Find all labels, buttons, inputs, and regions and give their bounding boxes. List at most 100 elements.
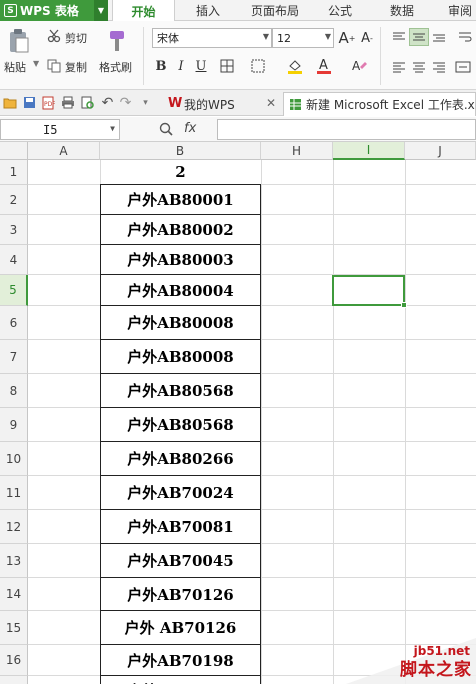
cell-b3[interactable]: 户外AB80002 <box>100 215 261 245</box>
font-size-select[interactable]: 12 ▼ <box>272 28 334 48</box>
tab-home[interactable]: 开始 <box>112 0 175 22</box>
formula-input[interactable] <box>217 119 476 140</box>
format-painter-icon[interactable] <box>104 27 130 55</box>
cut-button[interactable]: 剪切 <box>65 30 87 46</box>
align-bottom-icon[interactable] <box>430 29 448 45</box>
cell-b15[interactable]: 户外 AB70126 <box>100 611 261 645</box>
cell-b14[interactable]: 户外AB70126 <box>100 578 261 611</box>
cell-b6[interactable]: 户外AB80008 <box>100 306 261 340</box>
column-header-i[interactable]: I <box>333 142 405 160</box>
select-all-corner[interactable] <box>0 142 28 160</box>
name-box[interactable]: I5 ▼ <box>0 119 120 140</box>
cell-b9[interactable]: 户外AB80568 <box>100 408 261 442</box>
customize-dropdown-icon[interactable]: ▾ <box>138 95 153 110</box>
zoom-search-icon[interactable] <box>158 121 174 137</box>
row-header[interactable]: 2 <box>0 185 28 215</box>
cell-b13[interactable]: 户外AB70045 <box>100 544 261 578</box>
row-header[interactable]: 7 <box>0 340 28 374</box>
font-color-icon[interactable]: A <box>313 56 335 76</box>
tab-formulas[interactable]: 公式 <box>312 0 368 21</box>
align-center-icon[interactable] <box>410 59 428 75</box>
font-size-value: 12 <box>277 31 291 45</box>
gridline <box>261 160 262 684</box>
row-header[interactable]: 15 <box>0 611 28 645</box>
tab-review[interactable]: 审阅 <box>440 0 476 21</box>
merge-center-icon[interactable] <box>452 59 474 75</box>
italic-button[interactable]: I <box>173 57 189 75</box>
undo-icon[interactable]: ↶ <box>100 95 115 111</box>
cell-b16[interactable]: 户外AB70198 <box>100 645 261 676</box>
cell-b4[interactable]: 户外AB80003 <box>100 245 261 275</box>
format-painter-button[interactable]: 格式刷 <box>99 59 132 75</box>
merge-cells-icon[interactable] <box>247 57 269 75</box>
chevron-down-icon[interactable]: ▼ <box>110 124 115 133</box>
increase-font-icon[interactable]: A + <box>338 29 356 47</box>
print-icon[interactable] <box>60 95 75 110</box>
cell-b10[interactable]: 户外AB80266 <box>100 442 261 476</box>
fill-handle[interactable] <box>401 302 407 308</box>
row-header[interactable]: 10 <box>0 442 28 476</box>
fill-color-icon[interactable] <box>284 57 306 75</box>
borders-icon[interactable] <box>217 57 237 75</box>
spreadsheet-grid: A B H I J 1 2 2 户外AB80001 3 户外AB80002 4 户外AB800… <box>0 142 476 684</box>
open-folder-icon[interactable] <box>2 95 17 110</box>
row-header[interactable]: 16 <box>0 645 28 676</box>
align-top-icon[interactable] <box>390 29 408 45</box>
align-middle-icon[interactable] <box>409 28 429 46</box>
align-left-icon[interactable] <box>390 59 408 75</box>
row-header[interactable]: 11 <box>0 476 28 510</box>
close-icon[interactable]: ✕ <box>266 96 276 110</box>
print-preview-icon[interactable] <box>80 95 95 110</box>
cell-b5[interactable]: 户外AB80004 <box>100 275 261 306</box>
paste-icon[interactable] <box>6 27 32 55</box>
doc-tab-workbook[interactable]: 新建 Microsoft Excel 工作表.xlsx <box>283 92 476 116</box>
save-icon[interactable] <box>22 95 37 110</box>
paste-dropdown-icon[interactable]: ▼ <box>33 59 39 68</box>
tab-data[interactable]: 数据 <box>374 0 430 21</box>
column-header-j[interactable]: J <box>405 142 476 160</box>
fx-icon[interactable]: fx <box>184 121 196 136</box>
row-header[interactable]: 6 <box>0 306 28 340</box>
bold-button[interactable]: B <box>153 57 169 75</box>
redo-icon[interactable]: ↷ <box>118 95 133 111</box>
cell-b8[interactable]: 户外AB80568 <box>100 374 261 408</box>
cell-b11[interactable]: 户外AB70024 <box>100 476 261 510</box>
row-header[interactable]: 13 <box>0 544 28 578</box>
wrap-text-icon[interactable] <box>456 29 474 45</box>
column-header-b[interactable]: B <box>100 142 261 160</box>
tab-page-layout[interactable]: 页面布局 <box>240 0 310 21</box>
column-header-h[interactable]: H <box>261 142 333 160</box>
copy-icon[interactable] <box>46 58 62 74</box>
row-header[interactable]: 8 <box>0 374 28 408</box>
app-menu-button[interactable]: S WPS 表格 ▼ <box>0 0 108 21</box>
cell-b12[interactable]: 户外AB70081 <box>100 510 261 544</box>
doc-tab-my-wps[interactable]: W 我的WPS ✕ <box>158 92 282 116</box>
row-header[interactable]: 17 <box>0 676 28 684</box>
cell-b1[interactable]: 2 <box>100 160 261 185</box>
row-header[interactable]: 14 <box>0 578 28 611</box>
underline-button[interactable]: U <box>193 57 209 75</box>
align-right-icon[interactable] <box>430 59 448 75</box>
row-header[interactable]: 3 <box>0 215 28 245</box>
font-name-value: 宋体 <box>157 32 179 45</box>
font-name-select[interactable]: 宋体 ▼ <box>152 28 272 48</box>
paste-button-label[interactable]: 粘贴 <box>4 59 26 75</box>
active-cell-i5[interactable] <box>332 275 407 308</box>
column-header-a[interactable]: A <box>28 142 100 160</box>
row-header[interactable]: 5 <box>0 275 28 306</box>
cell-b2[interactable]: 户外AB80001 <box>100 185 261 215</box>
scissors-icon[interactable] <box>46 28 62 44</box>
row-header[interactable]: 4 <box>0 245 28 275</box>
cell-b7[interactable]: 户外AB80008 <box>100 340 261 374</box>
decrease-font-icon[interactable]: A- <box>358 29 376 47</box>
menu-bar: S WPS 表格 ▼ 开始 插入 页面布局 公式 数据 审阅 <box>0 0 476 22</box>
row-header[interactable]: 1 <box>0 160 28 185</box>
clear-format-icon[interactable]: A <box>348 57 370 75</box>
row-header[interactable]: 9 <box>0 408 28 442</box>
export-pdf-icon[interactable]: PDF <box>41 95 56 110</box>
row-header[interactable]: 12 <box>0 510 28 544</box>
cell-b17[interactable]: 户外AB70373 <box>100 676 261 684</box>
copy-button[interactable]: 复制 <box>65 59 87 75</box>
chevron-down-icon[interactable]: ▼ <box>94 0 108 21</box>
tab-insert[interactable]: 插入 <box>180 0 236 21</box>
